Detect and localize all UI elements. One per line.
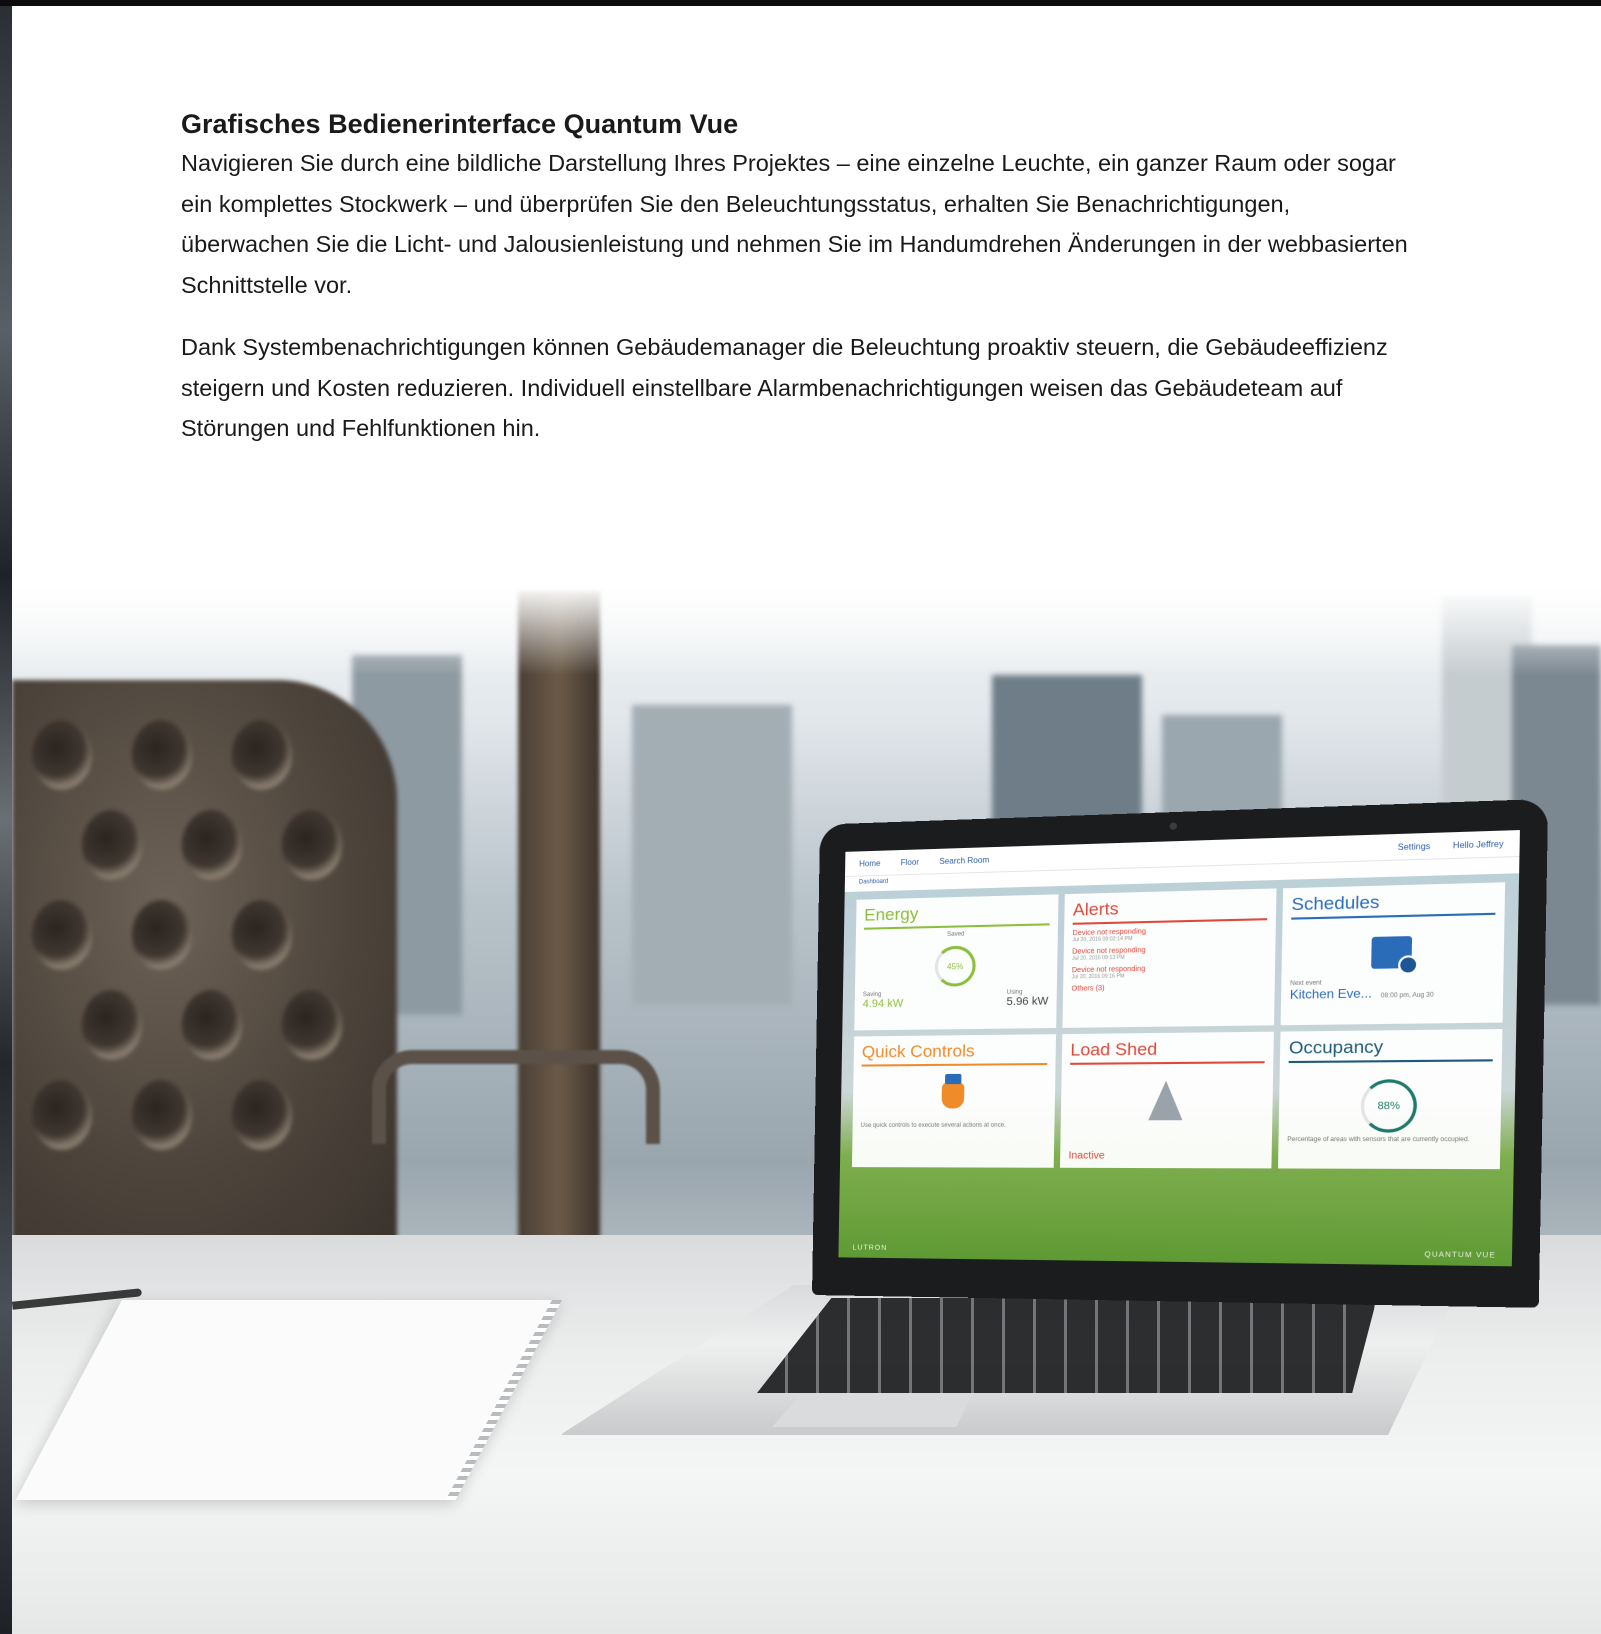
paragraph-1: Navigieren Sie durch eine bildliche Dars… bbox=[181, 150, 1408, 298]
nav-home-tab[interactable]: Home bbox=[859, 858, 881, 868]
occupancy-gauge: 88% bbox=[1360, 1079, 1418, 1133]
chair-button bbox=[32, 1080, 92, 1150]
office-photo: Home Floor Search Room Settings Hello Je… bbox=[12, 585, 1601, 1634]
quick-controls-title: Quick Controls bbox=[861, 1040, 1048, 1067]
next-event-name: Kitchen Eve... bbox=[1289, 985, 1373, 1002]
schedules-title: Schedules bbox=[1291, 889, 1496, 920]
occupancy-caption: Percentage of areas with sensors that ar… bbox=[1287, 1136, 1470, 1144]
alerts-title: Alerts bbox=[1072, 894, 1268, 925]
next-event: Kitchen Eve... 08:00 pm, Aug 30 bbox=[1290, 984, 1494, 1002]
nav-user[interactable]: Hello Jeffrey bbox=[1453, 839, 1504, 850]
left-edge-strip bbox=[0, 6, 12, 1634]
laptop-lid: Home Floor Search Room Settings Hello Je… bbox=[812, 798, 1549, 1308]
chair-button bbox=[132, 1080, 192, 1150]
chair-button bbox=[282, 990, 342, 1060]
chair-button bbox=[182, 810, 242, 880]
calendar-icon bbox=[1371, 936, 1413, 969]
nav-settings[interactable]: Settings bbox=[1398, 841, 1431, 852]
chair-button bbox=[232, 720, 292, 790]
office-chair bbox=[12, 680, 397, 1240]
laptop-keyboard bbox=[757, 1298, 1377, 1393]
chair-button bbox=[32, 900, 92, 970]
chair-button bbox=[82, 990, 142, 1060]
quick-controls-tile[interactable]: Quick Controls Use quick controls to exe… bbox=[851, 1034, 1057, 1168]
energy-title: Energy bbox=[864, 900, 1051, 930]
lutron-logo: LUTRON bbox=[852, 1244, 888, 1252]
occupancy-title: Occupancy bbox=[1288, 1035, 1494, 1064]
quick-controls-caption: Use quick controls to execute several ac… bbox=[860, 1122, 1006, 1129]
nav-spacer bbox=[1010, 847, 1375, 858]
skyline-building bbox=[632, 705, 792, 1005]
laptop-trackpad bbox=[772, 1395, 972, 1427]
webcam-icon bbox=[1169, 822, 1178, 830]
using-value: 5.96 kW bbox=[1006, 995, 1049, 1009]
chair-button bbox=[282, 810, 342, 880]
saving-value: 4.94 kW bbox=[862, 997, 904, 1011]
chair-button bbox=[182, 990, 242, 1060]
energy-values: Saving 4.94 kW Using 5.96 kW bbox=[863, 989, 1049, 1010]
load-shed-status: Inactive bbox=[1068, 1150, 1105, 1162]
energy-gauge: 45% bbox=[934, 945, 976, 987]
touch-hand-icon bbox=[941, 1082, 965, 1109]
app-dashboard: Energy Saved 45% Saving 4.94 kW Using 5.96… bbox=[838, 873, 1520, 1267]
chair-button bbox=[132, 900, 192, 970]
text-block: Grafisches Bedienerinterface Quantum Vue… bbox=[181, 105, 1421, 449]
nav-search-room[interactable]: Search Room bbox=[939, 855, 989, 866]
photo-fade bbox=[12, 585, 1601, 675]
window-frame bbox=[518, 590, 600, 1310]
chair-armrest bbox=[372, 1050, 660, 1144]
alerts-others-link[interactable]: Others (3) bbox=[1071, 982, 1266, 993]
next-event-time: 08:00 pm, Aug 30 bbox=[1380, 992, 1434, 1000]
schedules-tile[interactable]: Schedules Next event Kitchen Eve... 08:0… bbox=[1280, 882, 1506, 1026]
section-heading: Grafisches Bedienerinterface Quantum Vue bbox=[181, 109, 739, 139]
top-border bbox=[0, 0, 1601, 6]
alerts-tile[interactable]: Alerts Device not responding Jul 20, 201… bbox=[1062, 888, 1277, 1028]
paragraph-2: Dank Systembenachrichtigungen können Geb… bbox=[181, 334, 1388, 441]
load-shed-tile[interactable]: Load Shed Inactive bbox=[1059, 1031, 1274, 1169]
energy-tile[interactable]: Energy Saved 45% Saving 4.94 kW Using 5.96… bbox=[854, 894, 1059, 1031]
chair-button bbox=[232, 900, 292, 970]
dashboard-tiles: Energy Saved 45% Saving 4.94 kW Using 5.96… bbox=[851, 882, 1506, 1170]
occupancy-tile[interactable]: Occupancy 88% Percentage of areas with s… bbox=[1277, 1029, 1503, 1170]
energy-saved-label: Saved bbox=[947, 931, 965, 938]
quantum-vue-logo: QUANTUM VUE bbox=[1424, 1251, 1497, 1260]
load-shed-title: Load Shed bbox=[1070, 1038, 1266, 1065]
chair-button bbox=[132, 720, 192, 790]
power-tower-icon bbox=[1148, 1080, 1184, 1121]
chair-button bbox=[232, 1080, 292, 1150]
chair-button bbox=[82, 810, 142, 880]
chair-button bbox=[32, 720, 92, 790]
nav-floor-tab[interactable]: Floor bbox=[901, 857, 920, 867]
laptop-screen: Home Floor Search Room Settings Hello Je… bbox=[838, 830, 1520, 1267]
